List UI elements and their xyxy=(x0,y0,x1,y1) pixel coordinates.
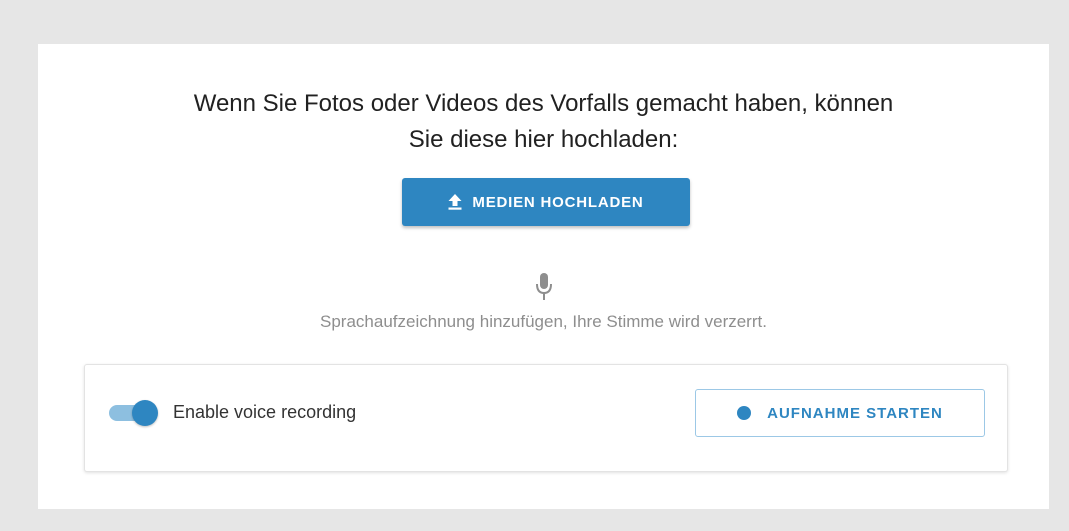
voice-recording-toggle[interactable] xyxy=(109,400,161,426)
toggle-knob xyxy=(132,400,158,426)
voice-hint-text: Sprachaufzeichnung hinzufügen, Ihre Stim… xyxy=(320,312,767,331)
record-dot-icon xyxy=(737,406,752,420)
upload-media-button[interactable]: MEDIEN HOCHLADEN xyxy=(402,178,690,226)
heading-line-2: Sie diese hier hochladen: xyxy=(408,126,679,153)
microphone-icon xyxy=(535,273,553,301)
start-recording-button[interactable]: AUFNAHME STARTEN xyxy=(695,389,985,437)
voice-recording-panel: Enable voice recording AUFNAHME STARTEN xyxy=(84,364,1008,472)
upload-button-label: MEDIEN HOCHLADEN xyxy=(472,193,644,211)
upload-card: Wenn Sie Fotos oder Videos des Vorfalls … xyxy=(38,44,1049,509)
heading-line-1: Wenn Sie Fotos oder Videos des Vorfalls … xyxy=(193,90,894,117)
upload-heading: Wenn Sie Fotos oder Videos des Vorfalls … xyxy=(38,86,1049,158)
start-recording-label: AUFNAHME STARTEN xyxy=(767,404,943,422)
upload-arrow-icon xyxy=(448,194,462,210)
voice-recording-toggle-label: Enable voice recording xyxy=(173,402,357,422)
